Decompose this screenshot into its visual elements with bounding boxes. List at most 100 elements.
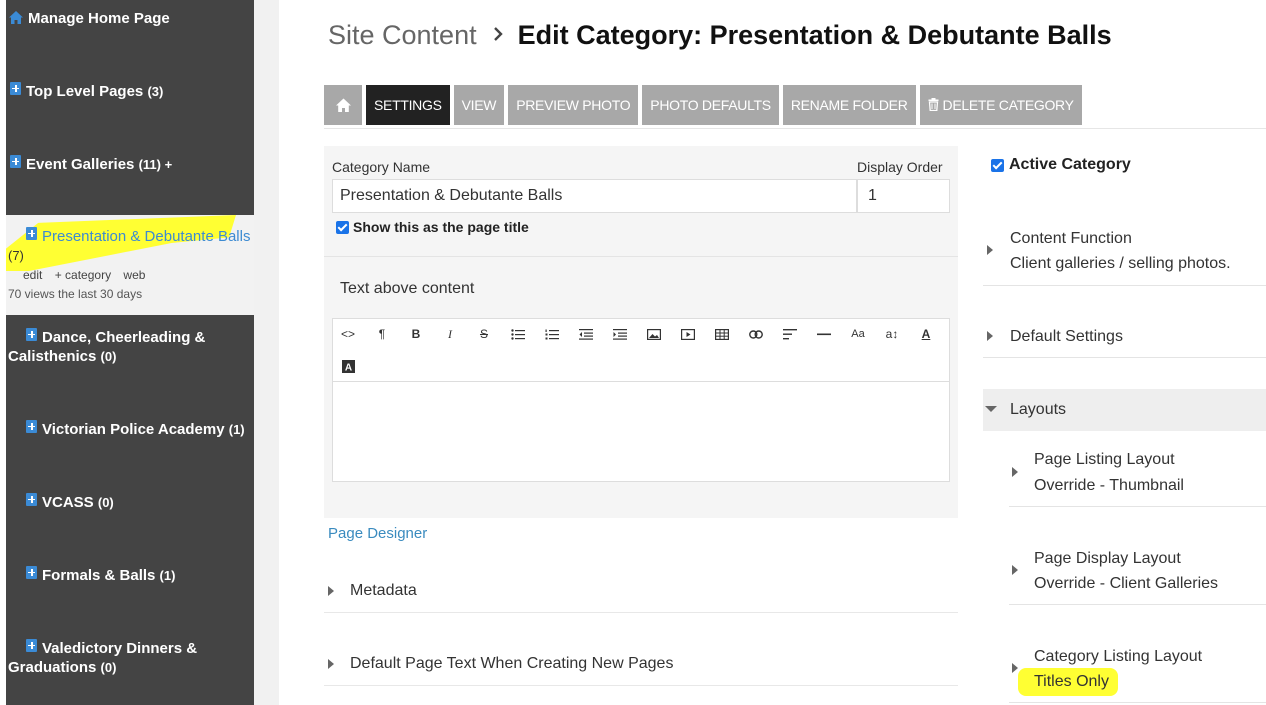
sidebar-item-manage-home[interactable]: Manage Home Page xyxy=(8,9,256,28)
caret-right-icon xyxy=(1012,467,1018,477)
add-page-icon xyxy=(26,493,37,506)
sidebar-item-count: (0) xyxy=(100,349,117,364)
category-name-input[interactable] xyxy=(332,179,857,213)
link-icon[interactable] xyxy=(744,322,768,346)
category-toolbar: SETTINGS VIEW PREVIEW PHOTO PHOTO DEFAUL… xyxy=(324,85,1082,125)
breadcrumb-root-link[interactable]: Site Content xyxy=(328,20,477,50)
default-settings-label: Default Settings xyxy=(1010,328,1123,345)
background-color-icon[interactable]: A xyxy=(336,354,360,378)
sidebar-item-police-academy[interactable]: Victorian Police Academy (1) xyxy=(26,420,274,439)
sidebar-item-count: (1) xyxy=(159,568,176,583)
sidebar-item-label: Top Level Pages xyxy=(26,83,144,100)
active-category-checkbox[interactable] xyxy=(991,158,1004,172)
add-page-icon xyxy=(10,155,21,168)
preview-photo-button[interactable]: PREVIEW PHOTO xyxy=(508,85,639,125)
add-page-icon xyxy=(26,566,37,579)
page-display-layout-label: Page Display Layout xyxy=(1034,550,1181,567)
show-page-title-checkbox[interactable] xyxy=(336,220,349,234)
sidebar-item-label: Presentation & Debutante Balls xyxy=(42,228,251,245)
sidebar-item-formals[interactable]: Formals & Balls (1) xyxy=(26,566,274,585)
active-category-option[interactable]: Active Category xyxy=(991,156,1131,174)
chevron-right-icon xyxy=(493,27,503,41)
metadata-label: Metadata xyxy=(350,582,417,599)
bold-icon[interactable]: B xyxy=(404,322,428,346)
align-left-icon[interactable] xyxy=(778,322,802,346)
sidebar-item-valedictory[interactable]: Valedictory Dinners & Graduations (0) xyxy=(8,639,256,677)
sidebar-item-count: (7) xyxy=(8,248,24,263)
sidebar-item-count: (1) xyxy=(228,422,245,437)
add-page-icon xyxy=(10,82,21,95)
divider xyxy=(324,128,1266,129)
display-order-label: Display Order xyxy=(857,159,943,175)
code-view-icon[interactable]: <> xyxy=(336,322,360,346)
sidebar-item-top-level[interactable]: Top Level Pages (3) xyxy=(10,82,258,101)
sidebar-item-dance[interactable]: Dance, Cheerleading & Calisthenics (0) xyxy=(8,328,256,366)
caret-right-icon xyxy=(1012,565,1018,575)
settings-tab[interactable]: SETTINGS xyxy=(366,85,450,125)
home-icon xyxy=(9,11,23,24)
views-count: 70 views the last 30 days xyxy=(8,287,143,301)
view-button[interactable]: VIEW xyxy=(453,85,505,125)
font-size-icon[interactable]: Aa xyxy=(846,322,870,346)
numbered-list-icon[interactable] xyxy=(540,322,564,346)
add-page-icon xyxy=(26,639,37,652)
category-listing-layout-value: Titles Only xyxy=(1034,673,1109,690)
font-color-icon[interactable]: A xyxy=(914,322,938,346)
sidebar-item-actions: edit + category web xyxy=(23,268,154,282)
caret-right-icon xyxy=(1012,663,1018,673)
add-category-link[interactable]: + category xyxy=(55,268,111,282)
edit-link[interactable]: edit xyxy=(23,268,42,282)
rename-folder-button[interactable]: RENAME FOLDER xyxy=(782,85,916,125)
editor-content-area[interactable] xyxy=(333,384,949,481)
trash-icon xyxy=(928,98,939,111)
show-page-title-label: Show this as the page title xyxy=(353,219,529,235)
svg-text:A: A xyxy=(344,362,351,373)
page-title: Edit Category: Presentation & Debutante … xyxy=(517,20,1112,50)
show-page-title-option[interactable]: Show this as the page title xyxy=(336,219,529,235)
active-category-label: Active Category xyxy=(1009,156,1131,173)
page-listing-layout-value: Override - Thumbnail xyxy=(1034,477,1184,494)
sidebar-scrollbar-track[interactable] xyxy=(254,0,279,705)
content-function-label: Content Function xyxy=(1010,230,1132,247)
category-name-label: Category Name xyxy=(332,159,431,175)
page-designer-link[interactable]: Page Designer xyxy=(328,525,427,542)
image-icon[interactable] xyxy=(642,322,666,346)
italic-icon[interactable]: I xyxy=(438,322,462,346)
category-listing-layout-label: Category Listing Layout xyxy=(1034,648,1203,665)
sidebar-item-count: (11) + xyxy=(138,157,173,172)
horizontal-rule-icon[interactable] xyxy=(812,322,836,346)
delete-category-label: DELETE CATEGORY xyxy=(942,97,1074,113)
sidebar-item-count: (3) xyxy=(147,84,164,99)
divider xyxy=(324,256,958,257)
video-icon[interactable] xyxy=(676,322,700,346)
indent-icon[interactable] xyxy=(608,322,632,346)
sidebar-item-label: Formals & Balls xyxy=(42,567,156,584)
content-function-value: Client galleries / selling photos. xyxy=(1010,255,1231,272)
metadata-section-toggle[interactable]: Metadata xyxy=(324,573,958,613)
sidebar-item-vcass[interactable]: VCASS (0) xyxy=(26,493,274,512)
caret-right-icon xyxy=(987,331,993,341)
paragraph-icon[interactable]: ¶ xyxy=(370,322,394,346)
delete-category-button[interactable]: DELETE CATEGORY xyxy=(919,85,1082,125)
page-display-layout-value: Override - Client Galleries xyxy=(1034,575,1219,592)
sidebar-item-count: (0) xyxy=(100,660,117,675)
photo-defaults-button[interactable]: PHOTO DEFAULTS xyxy=(642,85,779,125)
add-page-icon xyxy=(26,328,37,341)
sidebar: Manage Home Page Top Level Pages (3) Eve… xyxy=(6,0,254,705)
sidebar-item-label: Event Galleries xyxy=(26,156,135,173)
bullet-list-icon[interactable] xyxy=(506,322,530,346)
sidebar-item-event-galleries[interactable]: Event Galleries (11) + xyxy=(10,155,258,174)
display-order-input[interactable] xyxy=(857,179,950,213)
outdent-icon[interactable] xyxy=(574,322,598,346)
table-icon[interactable] xyxy=(710,322,734,346)
layouts-label: Layouts xyxy=(1010,401,1067,418)
web-link[interactable]: web xyxy=(123,268,145,282)
caret-right-icon xyxy=(328,659,334,669)
home-button[interactable] xyxy=(324,85,362,125)
default-page-text-label: Default Page Text When Creating New Page… xyxy=(350,655,674,672)
line-height-icon[interactable]: a↕ xyxy=(880,322,904,346)
strikethrough-icon[interactable]: S xyxy=(472,322,496,346)
caret-down-icon xyxy=(985,406,997,412)
default-page-text-toggle[interactable]: Default Page Text When Creating New Page… xyxy=(324,646,958,686)
sidebar-item-active[interactable]: Presentation & Debutante Balls (7) xyxy=(8,227,254,265)
